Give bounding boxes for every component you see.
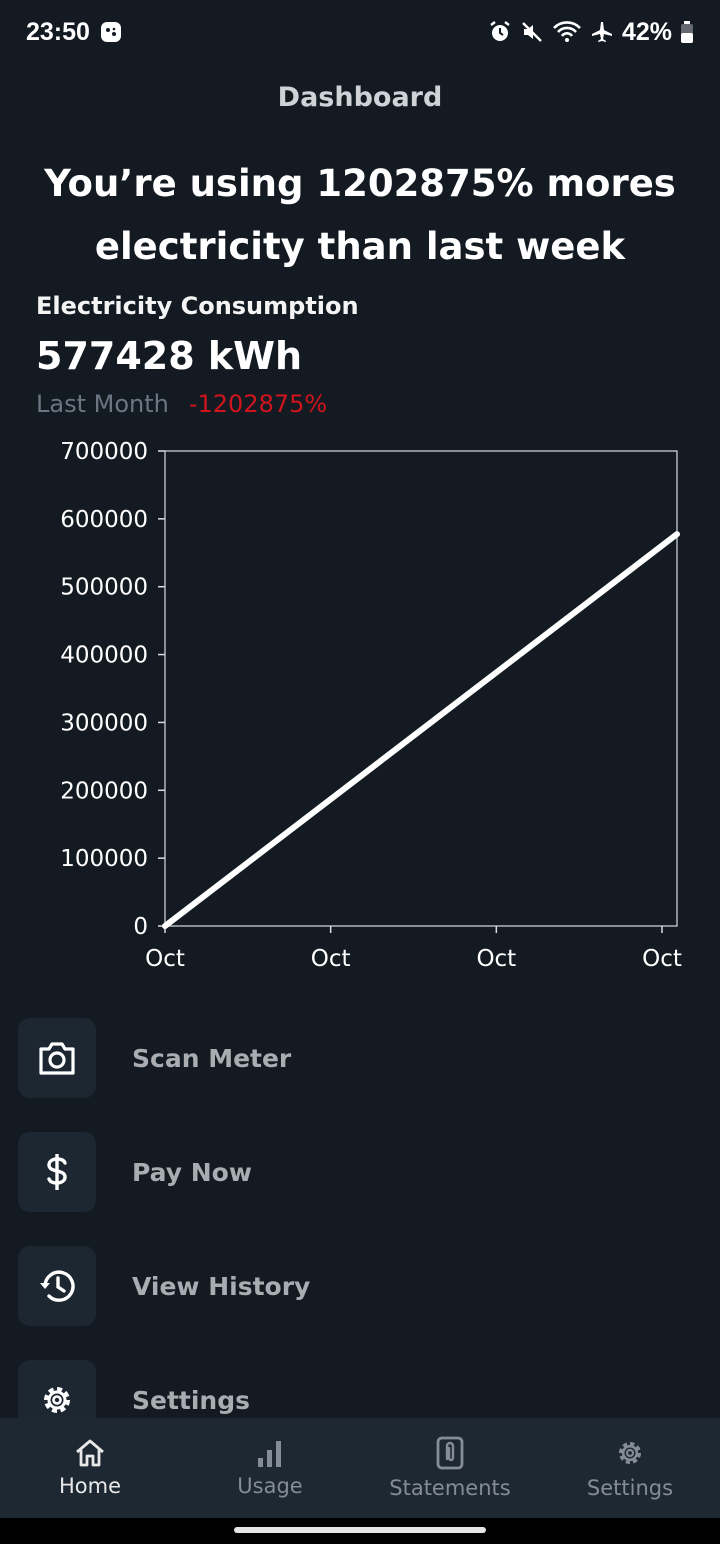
scan-meter-button[interactable]: Scan Meter: [18, 1018, 702, 1098]
plot-frame: [164, 450, 678, 927]
action-label: Settings: [132, 1385, 251, 1415]
nav-label: Usage: [237, 1474, 303, 1498]
status-time: 23:50: [26, 17, 90, 46]
wifi-icon: [552, 20, 582, 44]
page-title: Dashboard: [277, 82, 443, 113]
y-tick-label: 400000: [60, 643, 148, 669]
metric-label: Electricity Consumption: [36, 292, 359, 320]
y-tick-label: 700000: [60, 439, 148, 465]
usage-headline: You’re using 1202875% mores electricity …: [44, 162, 676, 268]
x-tick-label: Oct: [145, 946, 185, 972]
y-tick-label: 200000: [60, 778, 148, 804]
compare-row: Last Month -1202875%: [36, 390, 327, 418]
airplane-icon: [590, 20, 614, 44]
y-tick-label: 600000: [60, 507, 148, 533]
action-list: Scan Meter Pay Now View History Settings: [18, 1018, 702, 1474]
compare-label: Last Month: [36, 390, 169, 418]
bottom-nav: Home Usage Statements Settings: [0, 1418, 720, 1518]
dollar-icon: [44, 1152, 70, 1192]
metric-value: 577428 kWh: [36, 334, 303, 378]
home-icon: [73, 1438, 107, 1468]
y-tick-label: 300000: [60, 710, 148, 736]
nav-label: Settings: [586, 1476, 674, 1500]
nav-settings[interactable]: Settings: [540, 1418, 720, 1518]
nav-usage[interactable]: Usage: [180, 1418, 360, 1518]
home-indicator[interactable]: [234, 1527, 486, 1533]
nav-home[interactable]: Home: [0, 1418, 180, 1518]
gear-icon: [613, 1436, 647, 1470]
gear-icon: [37, 1380, 77, 1420]
game-icon: [100, 21, 122, 43]
action-icon-box: [18, 1018, 96, 1098]
action-label: Scan Meter: [132, 1043, 292, 1073]
x-tick-label: Oct: [311, 946, 351, 972]
nav-statements[interactable]: Statements: [360, 1418, 540, 1518]
history-icon: [37, 1266, 77, 1306]
compare-value: -1202875%: [188, 390, 328, 418]
alarm-icon: [488, 20, 512, 44]
action-label: Pay Now: [132, 1157, 252, 1187]
mute-icon: [520, 20, 544, 44]
status-bar: 23:50 42%: [0, 0, 720, 64]
x-tick-label: Oct: [476, 946, 516, 972]
series-line: [162, 531, 680, 929]
y-tick-label: 0: [133, 914, 148, 940]
nav-label: Statements: [389, 1476, 511, 1500]
y-tick-label: 500000: [60, 575, 148, 601]
clip-document-icon: [435, 1436, 465, 1470]
action-icon-box: [18, 1132, 96, 1212]
consumption-chart: 700000 600000 500000 400000 300000 200000 1000…: [0, 430, 720, 990]
battery-icon: [680, 20, 694, 44]
view-history-button[interactable]: View History: [18, 1246, 702, 1326]
action-icon-box: [18, 1246, 96, 1326]
chart-svg: 700000 600000 500000 400000 300000 200000 1000…: [60, 439, 682, 972]
action-label: View History: [132, 1271, 311, 1301]
x-tick-label: Oct: [642, 946, 682, 972]
camera-icon: [37, 1040, 77, 1076]
bar-chart-icon: [253, 1438, 287, 1468]
y-tick-label: 100000: [60, 846, 148, 872]
battery-percent: 42%: [621, 17, 672, 46]
nav-label: Home: [58, 1474, 121, 1498]
pay-now-button[interactable]: Pay Now: [18, 1132, 702, 1212]
